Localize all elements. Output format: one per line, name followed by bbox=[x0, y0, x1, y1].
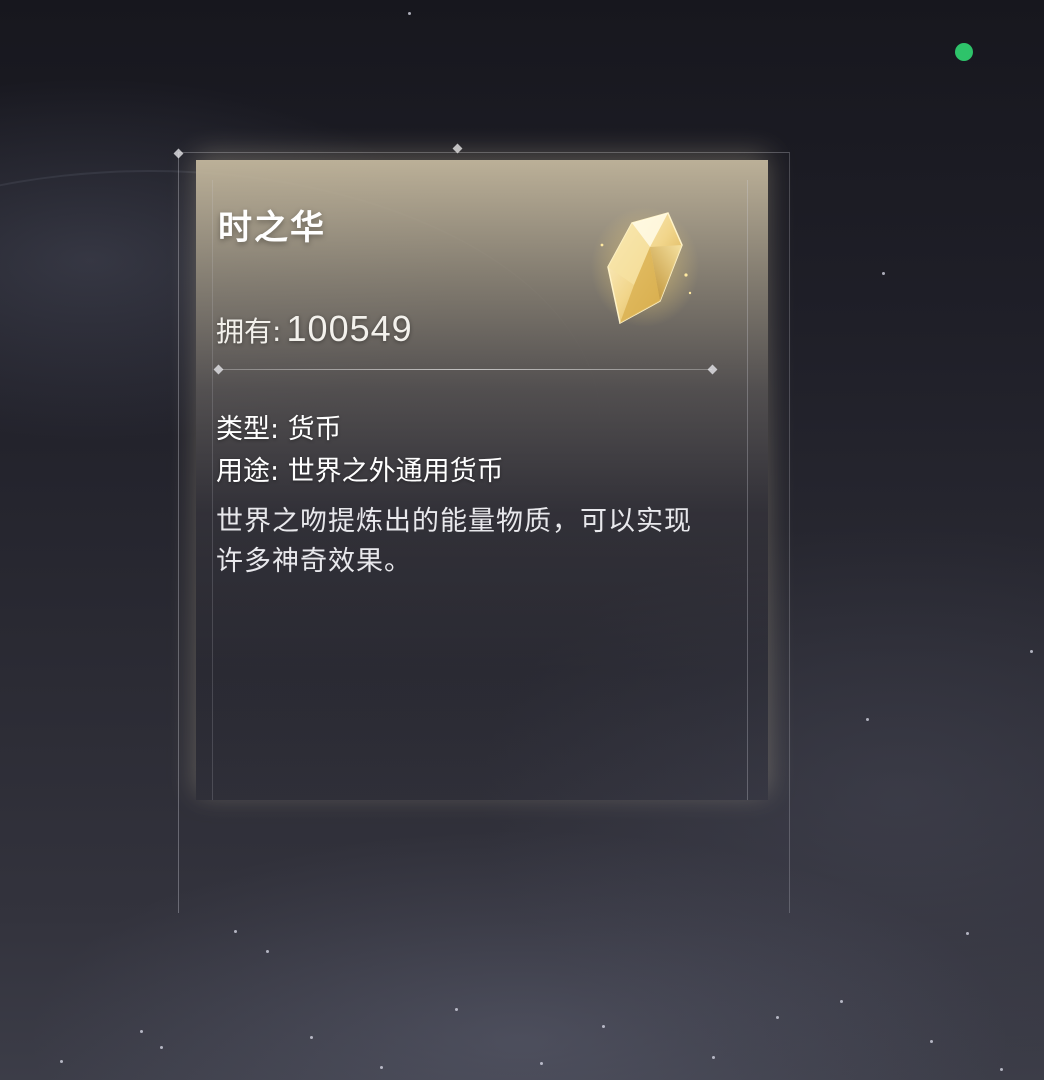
star-particle bbox=[455, 1008, 458, 1011]
crystal-icon bbox=[591, 207, 699, 327]
section-divider bbox=[222, 369, 712, 370]
star-particle bbox=[380, 1066, 383, 1069]
game-screen: 时之华 拥有: 100549 类型: 货币 用途: 世界之外通用货币 世界之吻提… bbox=[0, 0, 1044, 1080]
star-particle bbox=[866, 718, 869, 721]
star-particle bbox=[1030, 650, 1033, 653]
star-particle bbox=[234, 930, 237, 933]
owned-label: 拥有: bbox=[216, 315, 282, 348]
owned-value: 100549 bbox=[286, 308, 413, 349]
star-particle bbox=[408, 12, 411, 15]
star-particle bbox=[540, 1062, 543, 1065]
star-particle bbox=[60, 1060, 63, 1063]
star-particle bbox=[930, 1040, 933, 1043]
star-particle bbox=[310, 1036, 313, 1039]
star-particle bbox=[602, 1025, 605, 1028]
star-particle bbox=[712, 1056, 715, 1059]
item-description: 世界之吻提炼出的能量物质，可以实现许多神奇效果。 bbox=[216, 506, 692, 577]
owned-count-row: 拥有: 100549 bbox=[216, 308, 413, 350]
star-particle bbox=[266, 950, 269, 953]
item-name: 时之华 bbox=[218, 208, 326, 248]
star-particle bbox=[140, 1030, 143, 1033]
item-type: 类型: 货币 bbox=[216, 414, 342, 445]
star-particle bbox=[1000, 1068, 1003, 1071]
status-indicator bbox=[955, 43, 973, 61]
star-particle bbox=[160, 1046, 163, 1049]
star-particle bbox=[776, 1016, 779, 1019]
star-particle bbox=[966, 932, 969, 935]
star-particle bbox=[882, 272, 885, 275]
star-particle bbox=[840, 1000, 843, 1003]
item-usage: 用途: 世界之外通用货币 bbox=[216, 456, 504, 487]
